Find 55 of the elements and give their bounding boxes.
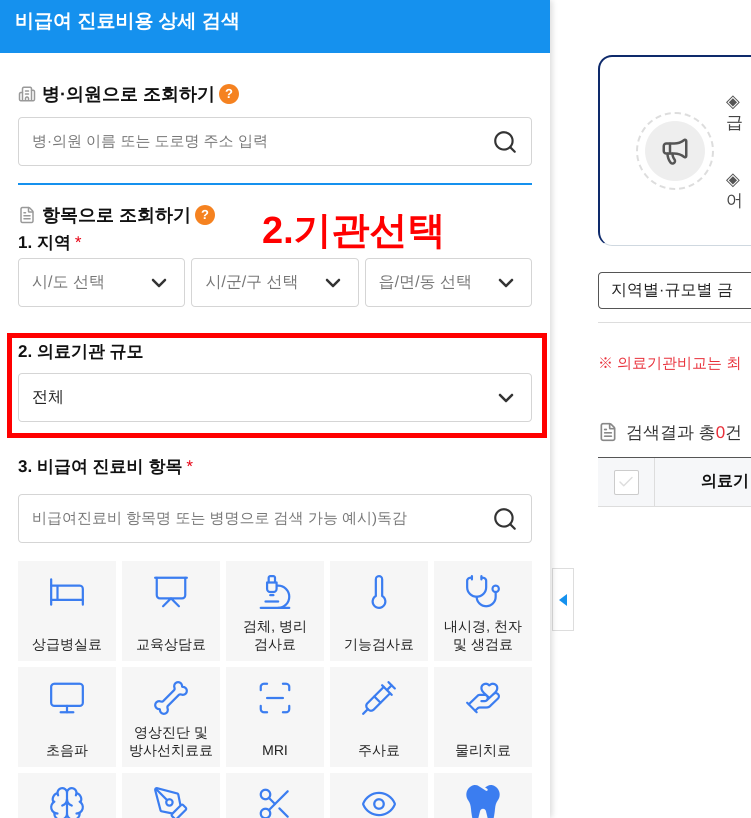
category-tile[interactable]: 영상진단 및 방사선치료료	[122, 667, 220, 767]
field-label: 1. 지역	[18, 232, 71, 254]
category-tile[interactable]: MRI	[226, 667, 324, 767]
required-mark: *	[186, 456, 193, 478]
category-tile[interactable]: 초음파	[18, 667, 116, 767]
required-mark: *	[74, 232, 82, 254]
syringe-icon	[360, 679, 398, 717]
tile-label: 상급병실료	[32, 635, 102, 653]
tile-label: 내시경, 천자 및 생검료	[444, 617, 522, 653]
info-text: 어	[726, 190, 743, 212]
tile-label: MRI	[262, 741, 288, 759]
tile-label: 교육상담료	[136, 635, 206, 653]
field-label: 3. 비급여 진료비 항목	[18, 456, 182, 478]
diamond-bullet: ◈	[726, 90, 741, 112]
annotation-text: 2.기관선택	[262, 210, 446, 252]
section-heading: 병·의원으로 조회하기	[42, 82, 215, 106]
info-text: 급	[726, 112, 743, 134]
panel-title: 비급여 진료비용 상세 검색	[15, 10, 240, 34]
category-tile[interactable]: 물리치료	[434, 667, 532, 767]
section-heading: 항목으로 조회하기	[42, 204, 192, 226]
column-header: 의료기	[701, 472, 749, 492]
left-triangle-icon	[559, 594, 567, 606]
search-icon[interactable]	[492, 128, 518, 154]
bone-icon	[152, 679, 190, 717]
building-icon	[18, 85, 36, 103]
collapse-button[interactable]	[552, 568, 574, 631]
megaphone-icon	[660, 136, 690, 166]
results-count: 검색결과 총0건	[626, 422, 742, 444]
brain-icon	[48, 785, 86, 818]
select-field[interactable]: 시/군/구 선택	[191, 258, 359, 307]
pen-icon	[152, 785, 190, 818]
category-tile[interactable]: 상급병실료	[18, 561, 116, 661]
notice-text: ※ 의료기관비교는 최	[598, 354, 742, 374]
select-all-checkbox[interactable]	[614, 470, 638, 494]
category-tile[interactable]: 검체, 병리 검사료	[226, 561, 324, 661]
tile-label: 주사료	[358, 741, 400, 759]
select-field[interactable]: 읍/면/동 선택	[364, 258, 532, 307]
category-tile[interactable]: 주사료	[330, 667, 428, 767]
compare-button[interactable]: 지역별·규모별 금	[598, 272, 751, 309]
list-icon	[598, 422, 618, 442]
search-icon[interactable]	[492, 506, 518, 532]
list-icon	[18, 206, 36, 224]
category-tile[interactable]: 내시경, 천자 및 생검료	[434, 561, 532, 661]
tile-label: 초음파	[46, 741, 88, 759]
select-field[interactable]: 시/도 선택	[18, 258, 186, 307]
tile-label: 검체, 병리 검사료	[243, 617, 307, 653]
category-tile[interactable]: 교육상담료	[122, 561, 220, 661]
select-field[interactable]: 전체	[18, 373, 532, 422]
tile-label: 영상진단 및 방사선치료료	[129, 723, 213, 759]
field-label: 2. 의료기관 규모	[18, 341, 144, 364]
category-tile[interactable]: 기능검사료	[330, 561, 428, 661]
diamond-bullet: ◈	[726, 168, 741, 190]
tile-label: 기능검사료	[344, 635, 414, 653]
tooth-icon	[464, 785, 502, 818]
tile-label: 물리치료	[455, 741, 511, 759]
